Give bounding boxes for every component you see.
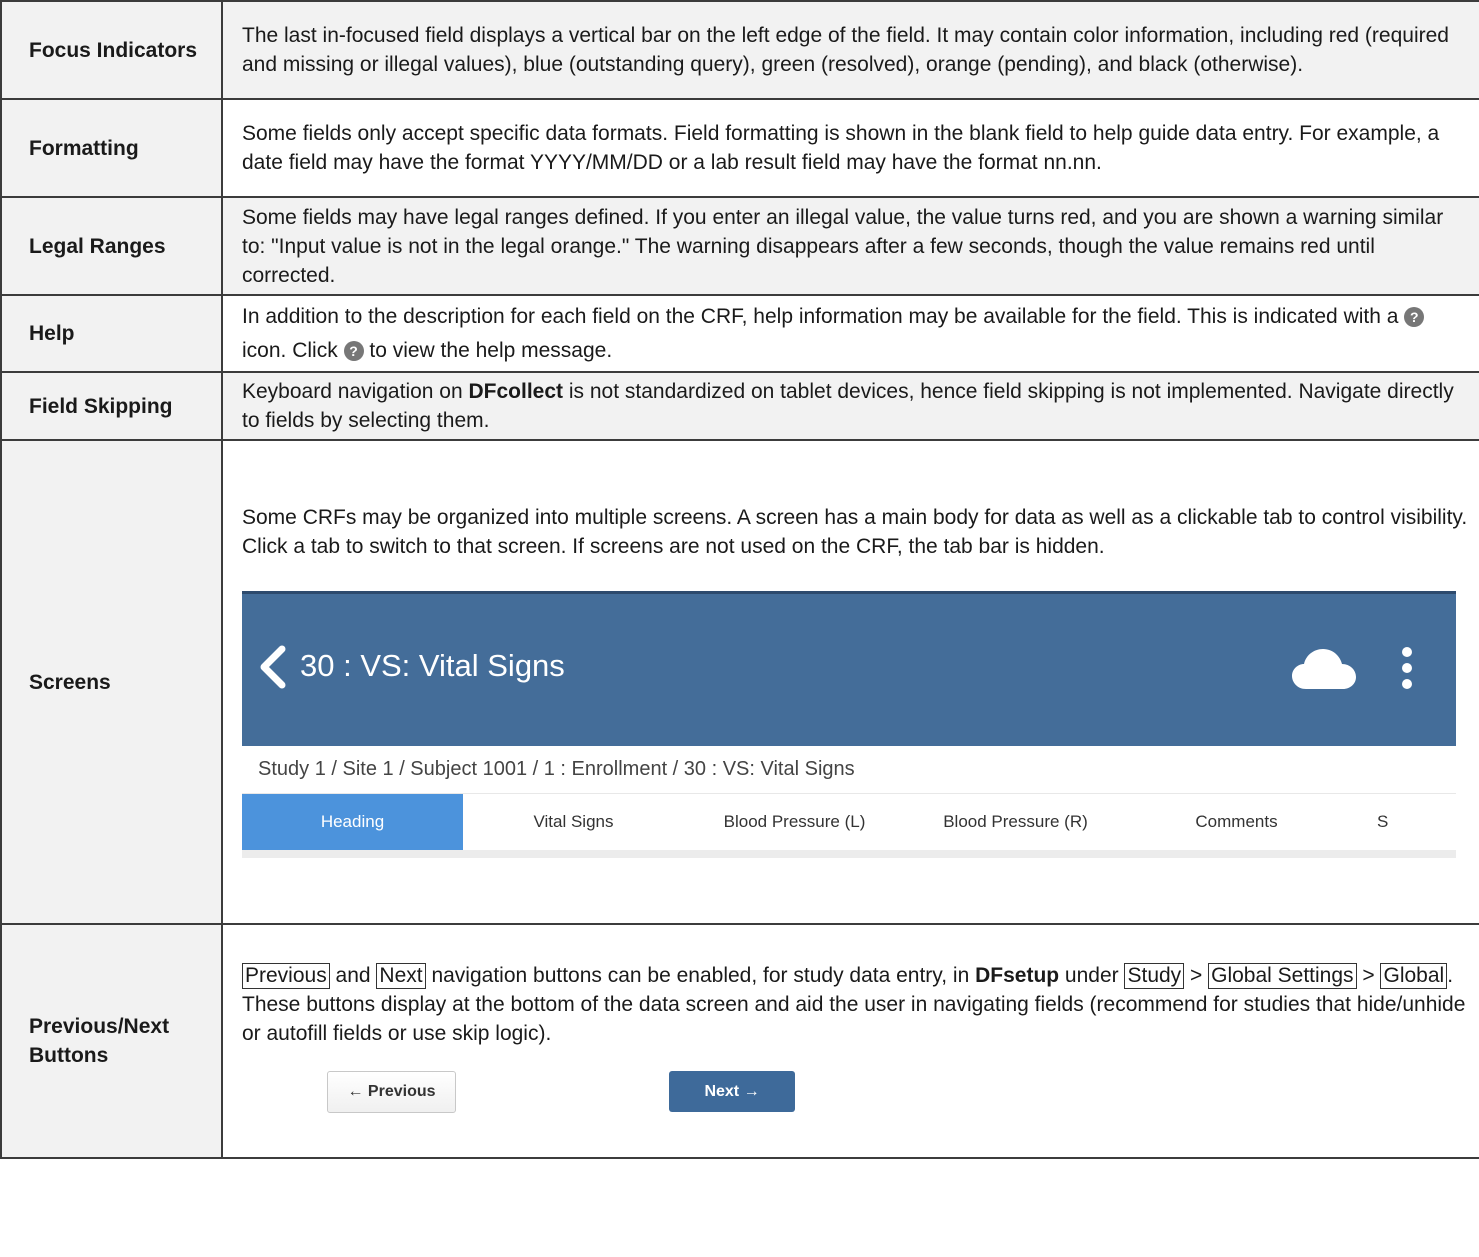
term-previous-next-buttons: Previous/Next Buttons bbox=[0, 923, 223, 1159]
tab-blood-pressure-r[interactable]: Blood Pressure (R) bbox=[905, 794, 1126, 850]
app-bar: 30 : VS: Vital Signs bbox=[242, 590, 1456, 746]
desc-formatting: Some fields only accept specific data fo… bbox=[221, 98, 1479, 198]
help-text-2: icon. Click bbox=[242, 338, 344, 362]
row-legal-ranges: Legal Ranges Some fields may have legal … bbox=[0, 196, 1479, 296]
row-help: Help In addition to the description for … bbox=[0, 294, 1479, 373]
prevnext-text-4: > bbox=[1184, 963, 1209, 987]
skipping-text-1: Keyboard navigation on bbox=[242, 380, 469, 403]
row-screens: Screens Some CRFs may be organized into … bbox=[0, 439, 1479, 925]
kbd-global: Global bbox=[1380, 962, 1448, 989]
previous-button[interactable]: ← Previous bbox=[327, 1070, 456, 1113]
cloud-icon[interactable] bbox=[1292, 648, 1356, 689]
question-circle-icon: ? bbox=[1404, 306, 1425, 327]
screen-tab-bar: Heading Vital Signs Blood Pressure (L) B… bbox=[242, 793, 1456, 858]
dfsetup-name: DFsetup bbox=[975, 963, 1060, 987]
desc-legal-ranges: Some fields may have legal ranges define… bbox=[221, 196, 1479, 296]
row-previous-next-buttons: Previous/Next Buttons Previous and Next … bbox=[0, 923, 1479, 1159]
tab-blood-pressure-l[interactable]: Blood Pressure (L) bbox=[684, 794, 905, 850]
term-help: Help bbox=[0, 294, 223, 373]
breadcrumb: Study 1 / Site 1 / Subject 1001 / 1 : En… bbox=[242, 745, 1456, 794]
term-field-skipping: Field Skipping bbox=[0, 371, 223, 441]
vital-signs-screenshot: 30 : VS: Vital Signs Study 1 / Site 1 / … bbox=[242, 590, 1456, 862]
question-circle-icon: ? bbox=[343, 340, 364, 361]
tab-clipped[interactable]: S bbox=[1347, 794, 1456, 850]
tab-heading[interactable]: Heading bbox=[242, 793, 463, 850]
reference-table: Focus Indicators The last in-focused fie… bbox=[0, 0, 1479, 1159]
desc-screens: Some CRFs may be organized into multiple… bbox=[221, 439, 1479, 925]
next-button[interactable]: Next → bbox=[669, 1070, 795, 1112]
term-legal-ranges: Legal Ranges bbox=[0, 196, 223, 296]
desc-help: In addition to the description for each … bbox=[221, 294, 1479, 373]
tab-vital-signs[interactable]: Vital Signs bbox=[463, 794, 684, 850]
desc-field-skipping: Keyboard navigation on DFcollect is not … bbox=[221, 371, 1479, 441]
kbd-previous: Previous bbox=[242, 962, 330, 989]
dfcollect-name: DFcollect bbox=[468, 380, 564, 403]
desc-previous-next-buttons: Previous and Next navigation buttons can… bbox=[221, 923, 1479, 1159]
prevnext-text-3: under bbox=[1059, 963, 1125, 987]
row-field-skipping: Field Skipping Keyboard navigation on DF… bbox=[0, 371, 1479, 441]
row-focus-indicators: Focus Indicators The last in-focused fie… bbox=[0, 0, 1479, 100]
help-text-1: In addition to the description for each … bbox=[242, 304, 1405, 328]
form-title: 30 : VS: Vital Signs bbox=[300, 647, 565, 683]
back-chevron-icon[interactable] bbox=[254, 644, 294, 690]
kbd-study: Study bbox=[1124, 962, 1185, 989]
kbd-next: Next bbox=[376, 962, 426, 989]
term-focus-indicators: Focus Indicators bbox=[0, 0, 223, 100]
prevnext-text-5: > bbox=[1356, 963, 1381, 987]
kbd-global-settings: Global Settings bbox=[1208, 962, 1357, 989]
help-text-3: to view the help message. bbox=[363, 338, 613, 362]
screens-description: Some CRFs may be organized into multiple… bbox=[242, 505, 1468, 558]
prevnext-text-2: navigation buttons can be enabled, for s… bbox=[425, 963, 976, 987]
term-screens: Screens bbox=[0, 439, 223, 925]
term-formatting: Formatting bbox=[0, 98, 223, 198]
tab-comments[interactable]: Comments bbox=[1126, 794, 1347, 850]
more-vertical-icon[interactable] bbox=[1400, 646, 1414, 690]
prevnext-text-1: and bbox=[329, 963, 377, 987]
desc-focus-indicators: The last in-focused field displays a ver… bbox=[221, 0, 1479, 100]
navigation-buttons-screenshot: ← Previous Next → bbox=[242, 1061, 919, 1122]
row-formatting: Formatting Some fields only accept speci… bbox=[0, 98, 1479, 198]
prevnext-description: Previous and Next navigation buttons can… bbox=[242, 961, 1469, 1048]
